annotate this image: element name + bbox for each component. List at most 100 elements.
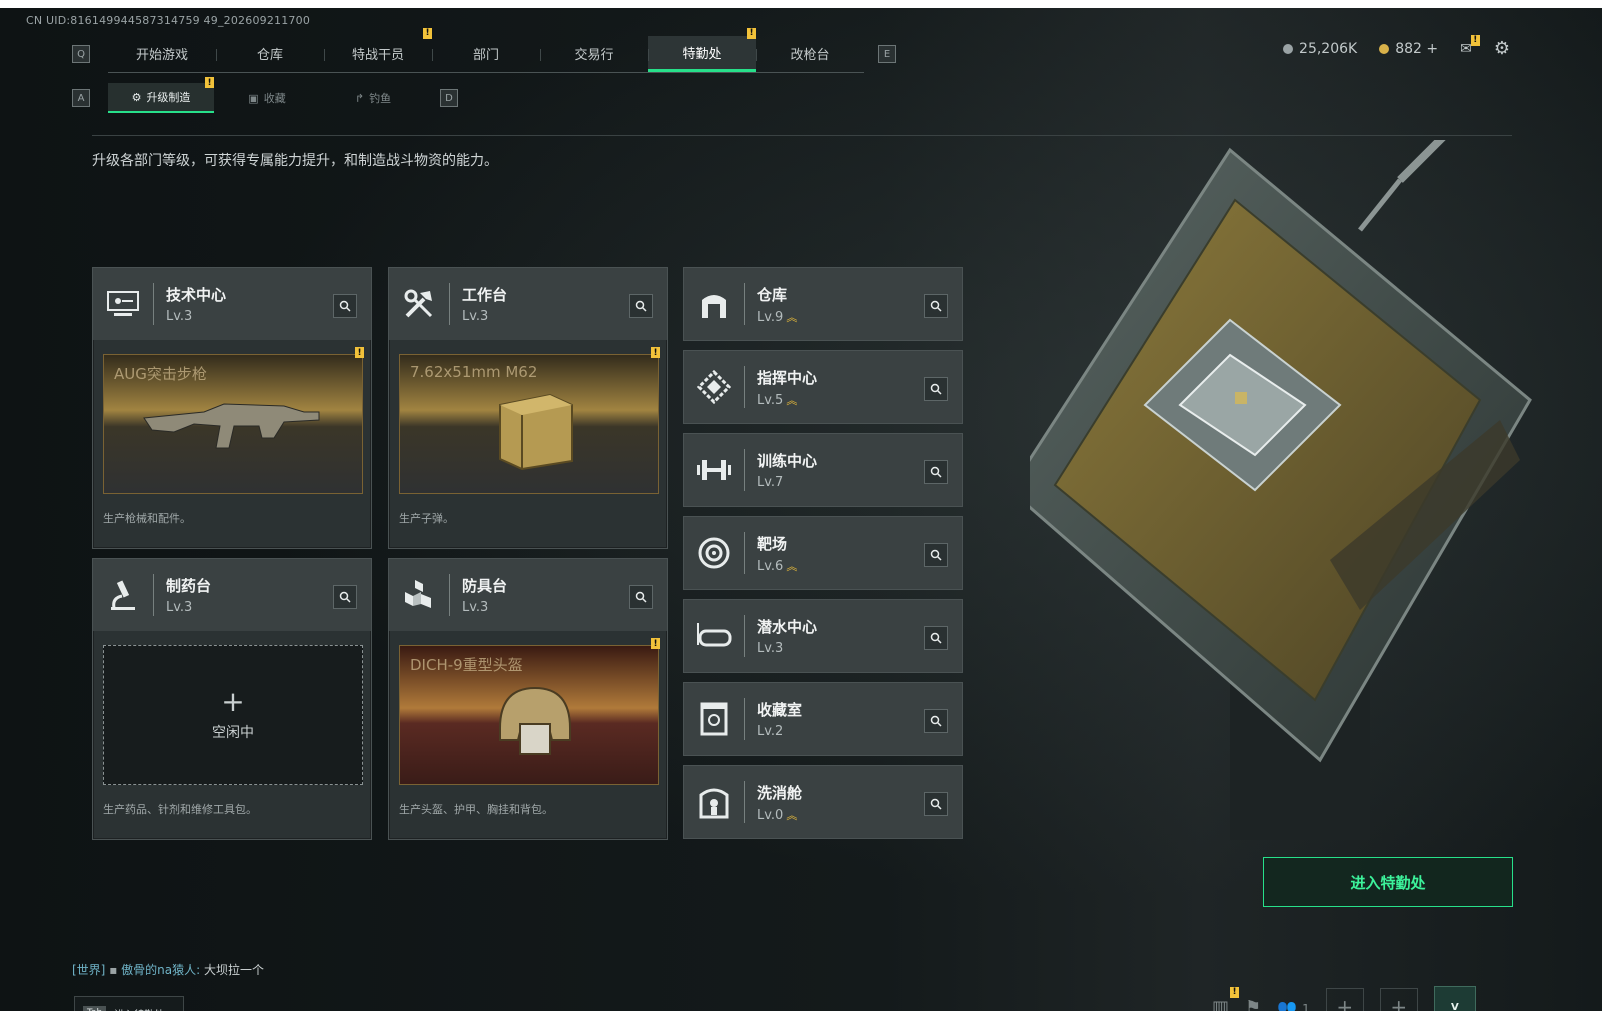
- tab-label: 特战干员: [351, 48, 404, 63]
- card-header: 指挥中心 Lv.5 ︽: [684, 351, 962, 423]
- tab-department[interactable]: 部门: [432, 36, 540, 72]
- facility-name: 收藏室: [757, 701, 803, 719]
- tab-special-ops[interactable]: 特勤处!: [648, 27, 756, 72]
- facility-card-decontamination[interactable]: 洗消舱 Lv.0 ︽: [683, 765, 963, 839]
- facility-name: 技术中心: [166, 286, 227, 304]
- ammo-box-icon: [499, 393, 573, 471]
- bottom-edge: [0, 1011, 1602, 1033]
- facility-description: 生产头盔、护甲、胸挂和背包。: [399, 803, 553, 816]
- gold-coin-icon: [1379, 43, 1390, 54]
- d-key-hint: D: [440, 89, 458, 107]
- sub-navigation: A ⚙ 升级制造! ▣ 收藏 ↱ 钓鱼 D: [72, 77, 458, 114]
- dumbbell-icon: [684, 457, 744, 483]
- gold-amount: 882: [1395, 40, 1422, 57]
- production-slot[interactable]: DICH-9重型头盔 !: [399, 638, 660, 785]
- enter-special-ops-button[interactable]: 进入特勤处: [1263, 857, 1513, 907]
- production-slot[interactable]: AUG突击步枪 !: [103, 347, 364, 494]
- plus-icon: +: [221, 685, 245, 718]
- chat-message[interactable]: [世界] ▪ 傲骨的na猿人: 大坝拉一个: [72, 961, 264, 978]
- facility-card-training-center[interactable]: 训练中心 Lv.7: [683, 433, 963, 507]
- mail-button[interactable]: ✉!: [1460, 34, 1480, 57]
- facility-name: 靶场: [757, 534, 788, 553]
- card-header: 工作台 Lv.3: [389, 268, 667, 340]
- separator: [744, 283, 745, 325]
- product-name: DICH-9重型头盔: [410, 656, 523, 674]
- alert-icon: !: [747, 27, 756, 39]
- add-gold-button[interactable]: +: [1426, 41, 1438, 57]
- silver-coin-icon: [1283, 43, 1294, 54]
- tools-icon: [389, 287, 449, 321]
- rifle-icon: [143, 403, 320, 449]
- separator: [449, 574, 450, 616]
- command-icon: [684, 370, 744, 404]
- computer-icon: [93, 289, 153, 319]
- separator: [153, 574, 154, 616]
- separator: [744, 698, 745, 740]
- facility-card-tech-center[interactable]: 技术中心 Lv.3 AUG突击步枪 ! 生产枪械和配件。: [92, 267, 372, 549]
- tab-label: 特勤处: [682, 46, 722, 62]
- search-icon[interactable]: [924, 626, 948, 650]
- search-icon[interactable]: [924, 460, 948, 484]
- chat-user: 傲骨的na猿人:: [121, 963, 201, 977]
- tab-trading[interactable]: 交易行: [540, 36, 648, 72]
- q-key-hint: Q: [72, 45, 90, 63]
- gear-icon: ⚙: [1493, 38, 1510, 59]
- card-title: 防具台 Lv.3: [462, 575, 507, 615]
- tab-start-game[interactable]: 开始游戏: [108, 36, 216, 72]
- facility-card-pharmacy[interactable]: 制药台 Lv.3 + 空闲中 生产药品、针剂和维修工具包。: [92, 558, 372, 840]
- tab-label: 改枪台: [790, 48, 830, 63]
- boxes-icon: [389, 578, 449, 612]
- facility-level: Lv.3: [462, 309, 489, 324]
- card-title: 制药台 Lv.3: [166, 575, 211, 615]
- facility-card-workbench[interactable]: 工作台 Lv.3 7.62x51mm M62 ! 生产子弹。: [388, 267, 668, 549]
- card-header: 潜水中心 Lv.3: [684, 600, 962, 672]
- search-icon[interactable]: [629, 585, 653, 609]
- facility-level: Lv.7: [757, 475, 817, 490]
- facility-card-shooting-range[interactable]: 靶场 Lv.6 ︽: [683, 516, 963, 590]
- facility-card-diving-center[interactable]: 潜水中心 Lv.3: [683, 599, 963, 673]
- card-title: 指挥中心 Lv.5 ︽: [757, 367, 817, 408]
- card-header: 仓库 Lv.9 ︽: [684, 268, 962, 340]
- facility-card-warehouse[interactable]: 仓库 Lv.9 ︽: [683, 267, 963, 341]
- search-icon[interactable]: [924, 709, 948, 733]
- card-title: 靶场 Lv.6 ︽: [757, 533, 797, 574]
- facility-level: Lv.0 ︽: [757, 807, 802, 823]
- facility-card-armor-bench[interactable]: 防具台 Lv.3 DICH-9重型头盔 ! 生产头盔、护甲、胸挂和背包。: [388, 558, 668, 840]
- chat-text: 大坝拉一个: [204, 963, 265, 977]
- facility-name: 制药台: [166, 577, 212, 595]
- tab-warehouse[interactable]: 仓库: [216, 36, 324, 72]
- search-icon[interactable]: [924, 792, 948, 816]
- search-icon[interactable]: [924, 377, 948, 401]
- separator: [744, 781, 745, 823]
- production-slot[interactable]: 7.62x51mm M62 !: [399, 347, 660, 494]
- upgrade-available-icon: ︽: [786, 808, 798, 822]
- gold-currency[interactable]: 882 +: [1379, 41, 1438, 57]
- silver-currency: 25,206K: [1283, 41, 1357, 57]
- tab-operators[interactable]: 特战干员!: [324, 27, 432, 72]
- card-title: 仓库 Lv.9 ︽: [757, 284, 797, 325]
- facility-card-command-center[interactable]: 指挥中心 Lv.5 ︽: [683, 350, 963, 424]
- card-title: 技术中心 Lv.3: [166, 284, 226, 324]
- helmet-icon: [499, 686, 571, 755]
- separator: [744, 615, 745, 657]
- facility-name: 仓库: [757, 285, 788, 304]
- search-icon[interactable]: [333, 294, 357, 318]
- subtab-collection[interactable]: ▣ 收藏: [214, 83, 320, 113]
- search-icon[interactable]: [924, 294, 948, 318]
- search-icon[interactable]: [924, 543, 948, 567]
- gear-icon: ⚙: [131, 90, 142, 104]
- facility-card-collection-room[interactable]: 收藏室 Lv.2: [683, 682, 963, 756]
- subtab-upgrade-craft[interactable]: ⚙ 升级制造!: [108, 77, 214, 113]
- idle-production-slot[interactable]: + 空闲中: [103, 645, 363, 785]
- diving-mask-icon: [684, 621, 744, 651]
- level-text: Lv.9: [757, 309, 784, 325]
- separator: [744, 366, 745, 408]
- search-icon[interactable]: [333, 585, 357, 609]
- tab-label: 仓库: [256, 48, 283, 63]
- search-icon[interactable]: [629, 294, 653, 318]
- facility-level: Lv.3: [757, 641, 817, 656]
- tab-gunsmith[interactable]: 改枪台: [756, 36, 864, 72]
- subtab-fishing[interactable]: ↱ 钓鱼: [320, 83, 426, 113]
- settings-button[interactable]: ⚙: [1494, 38, 1510, 59]
- subtab-label: 升级制造: [146, 91, 191, 104]
